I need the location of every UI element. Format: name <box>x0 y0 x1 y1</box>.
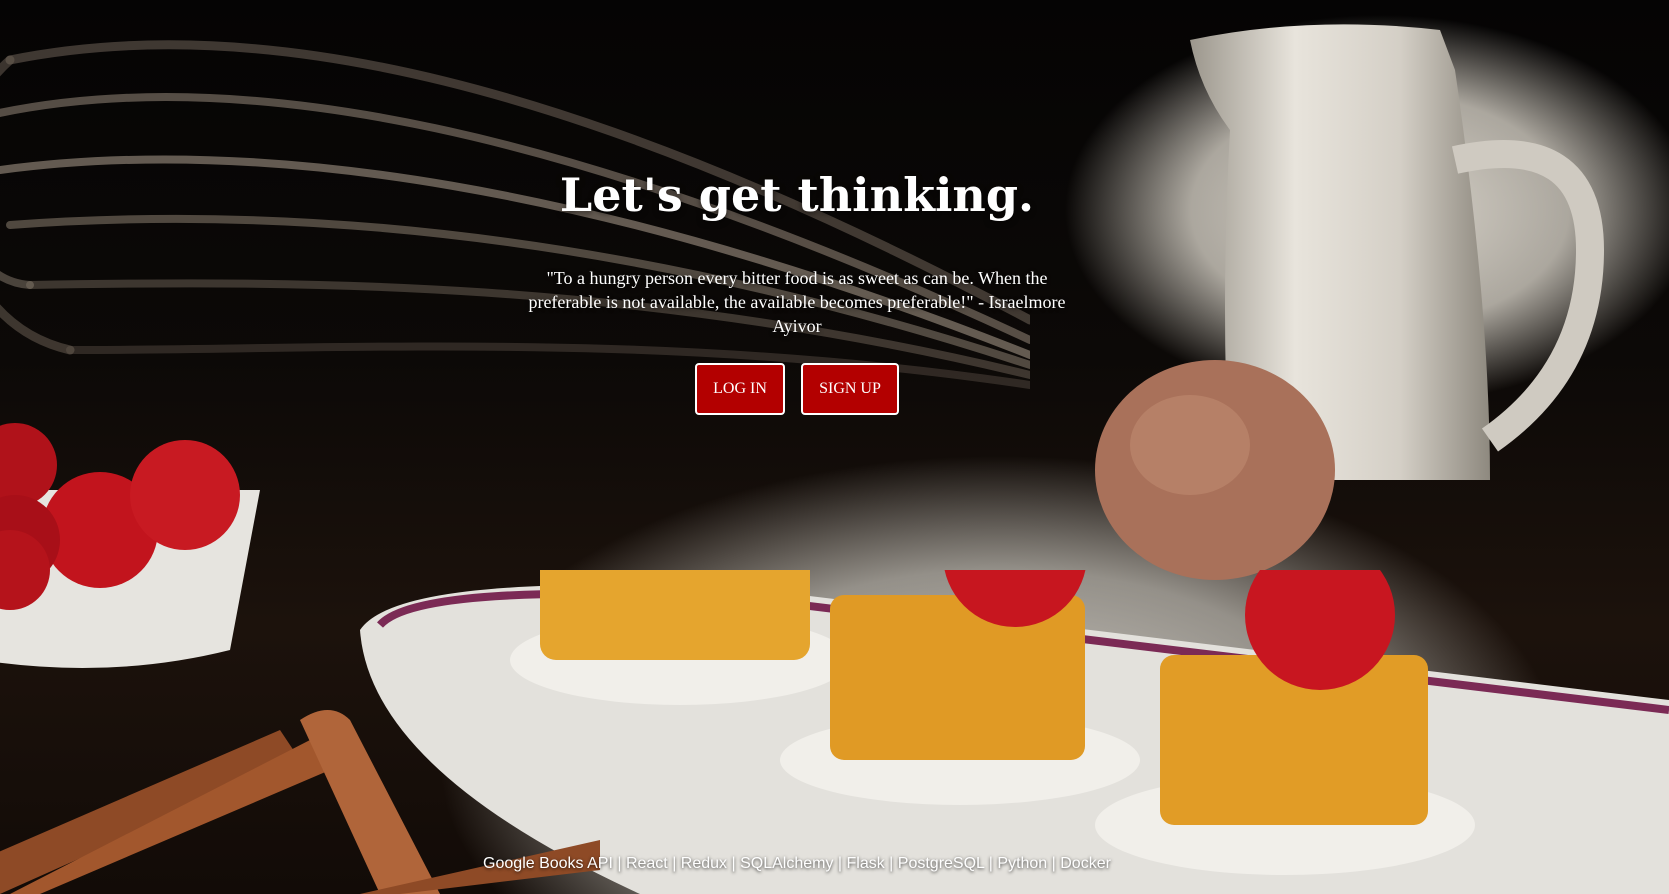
hero-section: Let's get thinking. "To a hungry person … <box>0 0 1669 894</box>
background-photo: Let's get thinking. "To a hungry person … <box>0 0 1669 894</box>
signup-button[interactable]: SIGN UP <box>801 363 899 415</box>
page-title: Let's get thinking. <box>559 168 1035 222</box>
hero-quote: "To a hungry person every bitter food is… <box>528 268 1066 336</box>
login-button[interactable]: LOG IN <box>695 363 785 415</box>
tech-stack-footer: Google Books API | React | Redux | SQLAl… <box>483 855 1111 872</box>
